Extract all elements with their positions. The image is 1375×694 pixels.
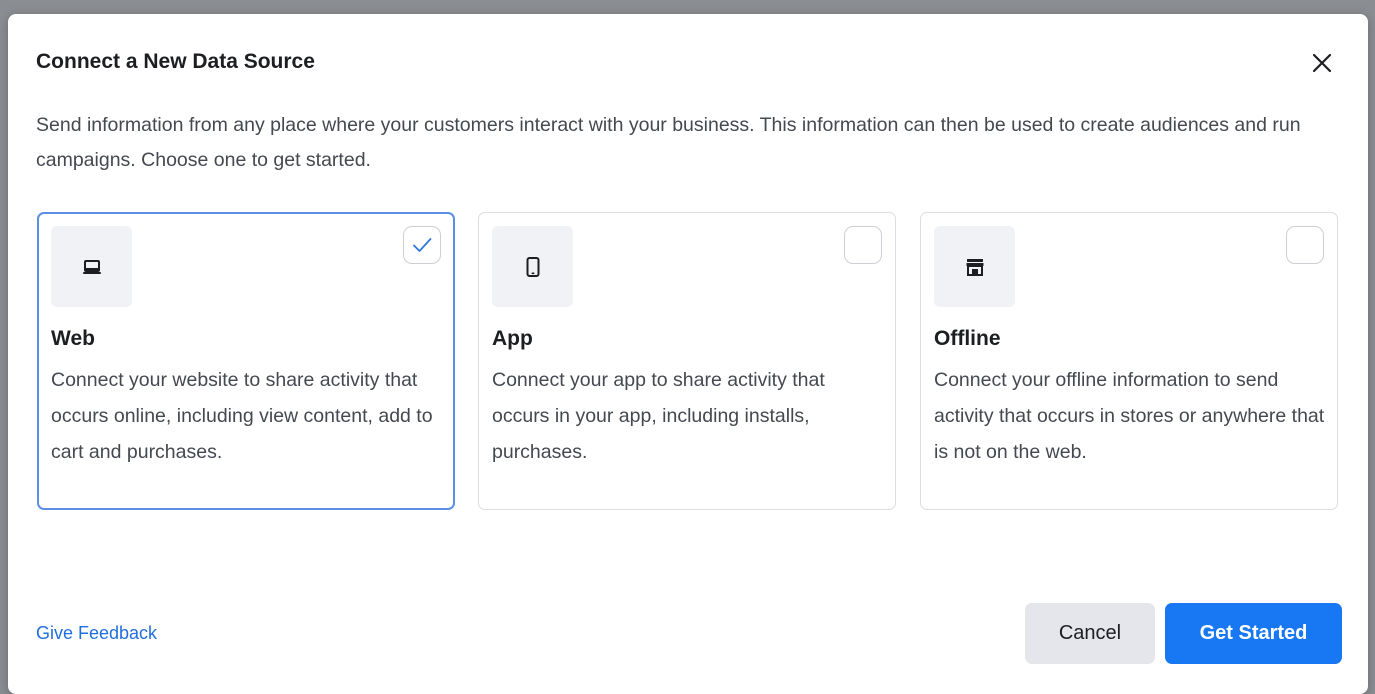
option-description: Connect your offline information to send… xyxy=(934,369,1325,463)
option-title: Web xyxy=(51,327,95,350)
checkmark-icon xyxy=(413,238,432,252)
close-icon xyxy=(1312,53,1332,73)
cancel-button[interactable]: Cancel xyxy=(1025,603,1155,664)
option-description: Connect your app to share activity that … xyxy=(492,369,825,463)
connect-data-source-dialog: Connect a New Data Source Send informati… xyxy=(8,14,1368,694)
laptop-icon xyxy=(82,259,101,274)
option-card-app[interactable]: App Connect your app to share activity t… xyxy=(478,212,896,510)
option-description: Connect your website to share activity t… xyxy=(51,369,433,463)
option-checkbox-app[interactable] xyxy=(844,226,882,264)
get-started-button[interactable]: Get Started xyxy=(1165,603,1342,664)
icon-tile xyxy=(934,226,1015,307)
option-checkbox-web[interactable] xyxy=(403,226,441,264)
icon-tile xyxy=(492,226,573,307)
close-button[interactable] xyxy=(1306,47,1338,79)
option-card-web[interactable]: Web Connect your website to share activi… xyxy=(37,212,455,510)
dialog-title: Connect a New Data Source xyxy=(36,50,315,73)
option-title: Offline xyxy=(934,327,1001,350)
mobile-phone-icon xyxy=(526,256,539,277)
icon-tile xyxy=(51,226,132,307)
dialog-description: Send information from any place where yo… xyxy=(36,114,1301,171)
option-card-offline[interactable]: Offline Connect your offline information… xyxy=(920,212,1338,510)
option-checkbox-offline[interactable] xyxy=(1286,226,1324,264)
store-icon xyxy=(966,258,983,276)
give-feedback-link[interactable]: Give Feedback xyxy=(36,621,157,645)
option-title: App xyxy=(492,327,533,350)
